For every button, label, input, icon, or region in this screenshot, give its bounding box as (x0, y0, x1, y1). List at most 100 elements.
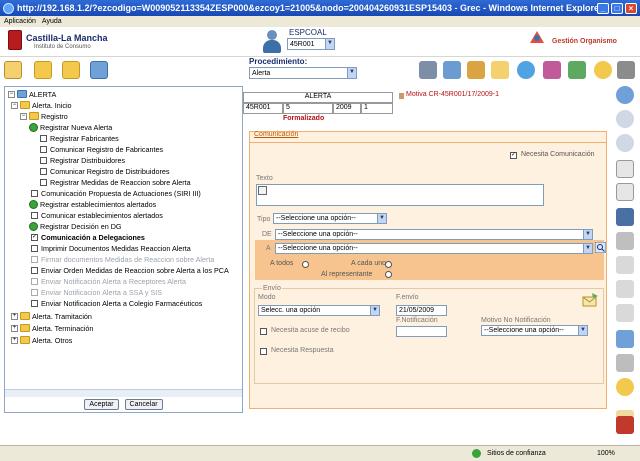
tree-item-label: Enviar Notificacion Alerta a SSA y SIS (41, 287, 163, 297)
menu-aplicacion[interactable]: Aplicación (4, 18, 36, 25)
gears-icon[interactable] (594, 61, 612, 79)
copy-icon[interactable] (616, 280, 634, 298)
necesita-comunicacion-checkbox[interactable]: ✓ (510, 152, 517, 159)
folder-icon[interactable] (62, 61, 80, 79)
expand-icon[interactable]: + (11, 324, 18, 332)
de-select[interactable]: --Seleccione una opción-- ▼ (275, 229, 593, 240)
task-checkbox[interactable] (31, 189, 38, 197)
procedimiento-select[interactable]: Alerta ▼ (249, 67, 357, 79)
task-checkbox[interactable] (31, 211, 38, 219)
tree-item[interactable]: Registrar establecimientos alertados (29, 199, 156, 209)
necesita-respuesta-checkbox[interactable] (260, 348, 267, 355)
tipo-select[interactable]: --Seleccione una opción-- ▼ (273, 213, 387, 224)
tree-item[interactable]: Registrar Medidas de Reaccion sobre Aler… (40, 177, 191, 187)
texto-textarea[interactable] (256, 184, 544, 206)
search-document-icon[interactable] (568, 61, 586, 79)
fnotificacion-input[interactable] (396, 326, 447, 337)
laptop-icon[interactable] (419, 61, 437, 79)
minimize-button[interactable]: _ (597, 2, 609, 14)
a-select[interactable]: --Seleccione una opción-- ▼ (275, 243, 593, 254)
tree-item[interactable]: Comunicar Registro de Distribuidores (40, 166, 169, 176)
acuse-recibo-checkbox[interactable] (260, 328, 267, 335)
save-icon[interactable] (616, 208, 634, 226)
tree-alerta-terminacion[interactable]: + Alerta. Terminación (11, 323, 93, 333)
books-icon[interactable] (443, 61, 461, 79)
menu-ayuda[interactable]: Ayuda (42, 18, 62, 25)
fenvio-input[interactable]: 21/05/2009 (396, 305, 447, 316)
motiva-link[interactable]: Motiva CR-45R001/17/2009-1 (398, 91, 499, 98)
send-mail-icon[interactable] (581, 292, 599, 308)
tree-alerta-otros[interactable]: + Alerta. Otros (11, 335, 72, 345)
task-checkbox[interactable] (31, 244, 38, 252)
tree-horizontal-scrollbar[interactable] (5, 389, 242, 397)
task-checkbox-checked[interactable]: ✓ (31, 233, 38, 241)
print-icon[interactable] (616, 354, 634, 372)
cut-icon[interactable] (616, 256, 634, 274)
collapse-icon[interactable]: − (11, 101, 18, 109)
tree-item[interactable]: Registrar Distribuidores (40, 155, 125, 165)
tree-item[interactable]: Imprimir Documentos Medidas Reaccion Ale… (31, 243, 191, 253)
mail-icon[interactable] (491, 61, 509, 79)
expand-icon[interactable]: + (11, 312, 18, 320)
magnifier-icon[interactable] (616, 86, 634, 104)
back-arrow-icon[interactable] (616, 110, 634, 128)
document-icon[interactable] (616, 160, 634, 178)
archive-icon[interactable] (616, 232, 634, 250)
tree-item-selected[interactable]: ✓ Comunicación a Delegaciones (31, 232, 145, 242)
tree-root[interactable]: − ALERTA (8, 89, 56, 99)
tree-alerta-tramitacion[interactable]: + Alerta. Tramitación (11, 311, 92, 321)
task-checkbox[interactable] (31, 299, 38, 307)
a-cada-uno-radio[interactable] (385, 261, 392, 268)
tree-alerta-inicio[interactable]: − Alerta. Inicio (11, 100, 72, 110)
task-checkbox[interactable] (40, 178, 47, 186)
motivo-select[interactable]: --Seleccione una opción-- ▼ (481, 325, 588, 336)
tab-comunicacion[interactable]: Comunicación (253, 131, 298, 142)
tree-item[interactable]: Comunicar Registro de Fabricantes (40, 144, 163, 154)
search-icon[interactable] (595, 242, 606, 253)
tree-registro[interactable]: − Registro (20, 111, 68, 121)
paste-icon[interactable] (616, 304, 634, 322)
modo-select[interactable]: Selecc. una opción ▼ (258, 305, 380, 316)
gestion-organismo-label[interactable]: Gestión Organismo (552, 38, 617, 45)
expand-icon[interactable]: + (11, 336, 18, 344)
tree-item[interactable]: Registrar Nueva Alerta (29, 122, 112, 132)
accept-button[interactable]: Aceptar (84, 399, 119, 410)
alerta-year: 2009 (333, 103, 361, 114)
edit-text-icon[interactable] (258, 186, 267, 195)
tools-icon[interactable] (4, 61, 22, 79)
folder-key-icon[interactable] (34, 61, 52, 79)
tree-item[interactable]: Registrar Fabricantes (40, 133, 119, 143)
collapse-icon[interactable]: − (8, 90, 15, 98)
tree-item-label: Comunicación Propuesta de Actuaciones (S… (41, 188, 201, 198)
maximize-button[interactable]: □ (611, 2, 623, 14)
gestion-organismo-icon[interactable] (528, 29, 546, 45)
task-checkbox[interactable] (40, 134, 47, 142)
settings-icon[interactable] (617, 61, 635, 79)
task-checkbox[interactable] (40, 156, 47, 164)
delete-icon[interactable] (616, 416, 634, 434)
close-button[interactable]: × (625, 2, 637, 14)
calculator-icon[interactable] (616, 330, 634, 348)
task-checkbox[interactable] (40, 145, 47, 153)
cabinet-icon[interactable] (467, 61, 485, 79)
task-checkbox[interactable] (31, 266, 38, 274)
espcoal-select[interactable]: 45R001 ▼ (287, 38, 335, 50)
cancel-button[interactable]: Cancelar (124, 399, 163, 410)
pie-chart-icon[interactable] (543, 61, 561, 79)
tree-item[interactable]: Comunicar establecimientos alertados (31, 210, 163, 220)
tree-item[interactable]: Comunicación Propuesta de Actuaciones (S… (31, 188, 201, 198)
forward-arrow-icon[interactable] (616, 134, 634, 152)
tree-item[interactable]: Enviar Orden Medidas de Reaccion sobre A… (31, 265, 229, 275)
tree-item[interactable]: Registrar Decisión en DG (29, 221, 122, 231)
ie-icon (3, 2, 14, 14)
collapse-icon[interactable]: − (20, 112, 27, 120)
a-todos-radio[interactable] (302, 261, 309, 268)
tree-item[interactable]: Enviar Notificacion Alerta a Colegio Far… (31, 298, 202, 308)
task-checkbox[interactable] (40, 167, 47, 175)
zoom-level[interactable]: 100% (597, 450, 615, 457)
gear-icon[interactable] (616, 378, 634, 396)
globe-icon[interactable] (517, 61, 535, 79)
al-representante-radio[interactable] (385, 271, 392, 278)
stacked-documents-icon[interactable] (616, 183, 634, 201)
network-icon[interactable] (90, 61, 108, 79)
